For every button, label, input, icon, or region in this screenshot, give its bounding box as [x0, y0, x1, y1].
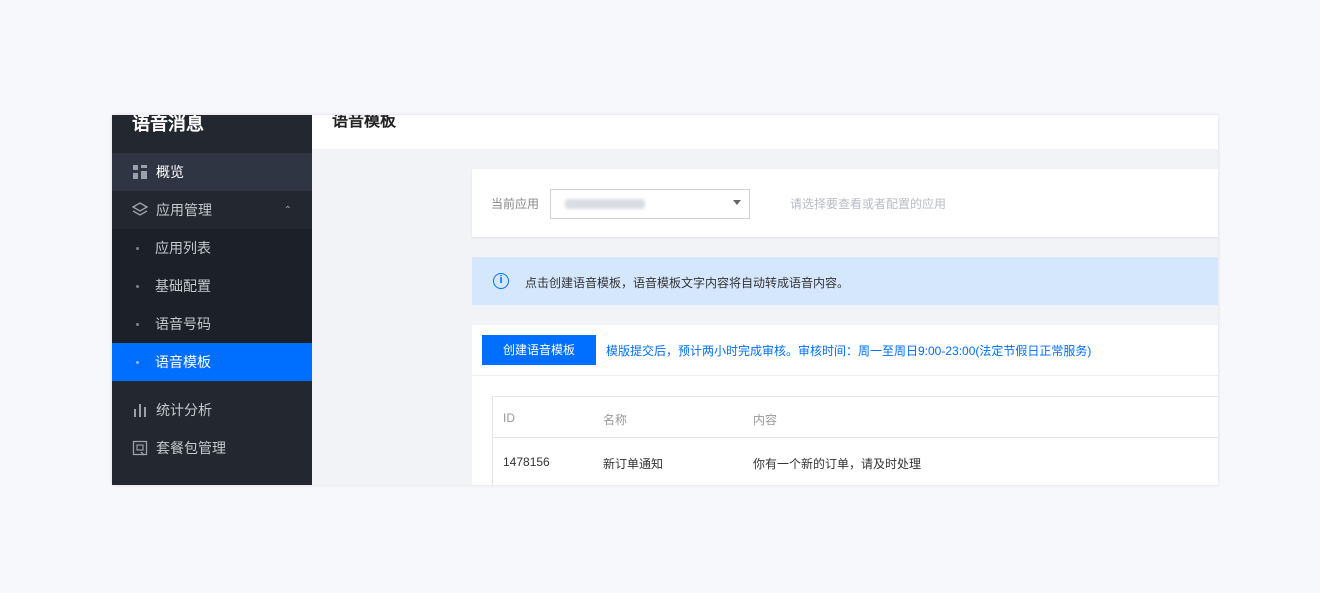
template-list-card: 创建语音模板 模版提交后，预计两小时完成审核。审核时间：周一至周日9:00-23… [472, 325, 1218, 485]
cell-id: 1478156 [503, 455, 550, 469]
bar-chart-icon [132, 402, 148, 418]
bullet-icon [136, 246, 139, 250]
bullet-icon [136, 322, 139, 326]
package-icon [132, 440, 148, 456]
cell-name: 新订单通知 [603, 457, 664, 471]
bullet-icon [136, 284, 139, 288]
main-content: 语音模板 当前应用 请选择要查看或者配置的应用 i 点击创建语音模板，语音模板文… [312, 115, 1218, 485]
column-header-id: ID [503, 411, 515, 425]
sidebar-item-packages[interactable]: 套餐包管理 [112, 429, 312, 467]
table-row[interactable]: 1478156 新订单通知 你有一个新的订单，请及时处理 [493, 438, 1218, 485]
divider [472, 375, 1218, 376]
console-window: 语音消息 概览 应用管理 ⌃ 应用列表 基础配置 语音号码 语音模板 统计分析 … [112, 115, 1218, 485]
grid-icon [132, 164, 148, 180]
bullet-icon [136, 360, 139, 364]
review-tip: 模版提交后，预计两小时完成审核。审核时间：周一至周日9:00-23:00(法定节… [606, 344, 1092, 358]
sidebar-subitem-basic-config[interactable]: 基础配置 [112, 267, 312, 305]
sidebar-item-label: 统计分析 [156, 402, 212, 418]
sidebar-subitem-voice-number[interactable]: 语音号码 [112, 305, 312, 343]
sidebar: 语音消息 概览 应用管理 ⌃ 应用列表 基础配置 语音号码 语音模板 统计分析 … [112, 115, 312, 485]
template-table: ID 名称 内容 1478156 新订单通知 你有一个新的订单，请及时处理 [492, 396, 1218, 485]
sidebar-item-overview[interactable]: 概览 [112, 153, 312, 191]
sidebar-subitem-app-list[interactable]: 应用列表 [112, 229, 312, 267]
sidebar-subitem-label: 语音模板 [155, 354, 211, 370]
column-header-content: 内容 [753, 413, 778, 427]
create-template-button[interactable]: 创建语音模板 [482, 335, 596, 365]
layers-icon [132, 202, 148, 218]
notice-text: 点击创建语音模板，语音模板文字内容将自动转成语音内容。 [525, 276, 850, 290]
page-header: 语音模板 [312, 115, 1218, 149]
sidebar-subitem-label: 应用列表 [155, 240, 211, 256]
info-notice: i 点击创建语音模板，语音模板文字内容将自动转成语音内容。 [472, 257, 1218, 305]
page-title: 语音模板 [332, 115, 397, 130]
chevron-up-icon[interactable]: ⌃ [284, 205, 292, 216]
sidebar-item-label: 应用管理 [156, 202, 212, 218]
sidebar-item-app-manage[interactable]: 应用管理 ⌃ [112, 191, 312, 229]
column-header-name: 名称 [603, 413, 628, 427]
app-select-dropdown[interactable] [550, 189, 750, 219]
app-selector-hint: 请选择要查看或者配置的应用 [790, 197, 947, 211]
sidebar-item-stats[interactable]: 统计分析 [112, 391, 312, 429]
caret-down-icon [733, 200, 741, 205]
sidebar-subitem-label: 基础配置 [155, 278, 211, 294]
table-header: ID 名称 内容 [493, 397, 1218, 438]
info-icon: i [493, 273, 509, 289]
sidebar-subitem-voice-template[interactable]: 语音模板 [112, 343, 312, 381]
sidebar-item-label: 套餐包管理 [156, 440, 226, 456]
app-selector-card: 当前应用 请选择要查看或者配置的应用 [472, 169, 1218, 237]
selected-app-value-redacted [565, 199, 645, 209]
sidebar-subitem-label: 语音号码 [155, 316, 211, 332]
cell-content: 你有一个新的订单，请及时处理 [753, 457, 922, 471]
app-selector-label: 当前应用 [491, 197, 540, 211]
sidebar-title: 语音消息 [132, 115, 204, 134]
sidebar-item-label: 概览 [156, 164, 184, 180]
